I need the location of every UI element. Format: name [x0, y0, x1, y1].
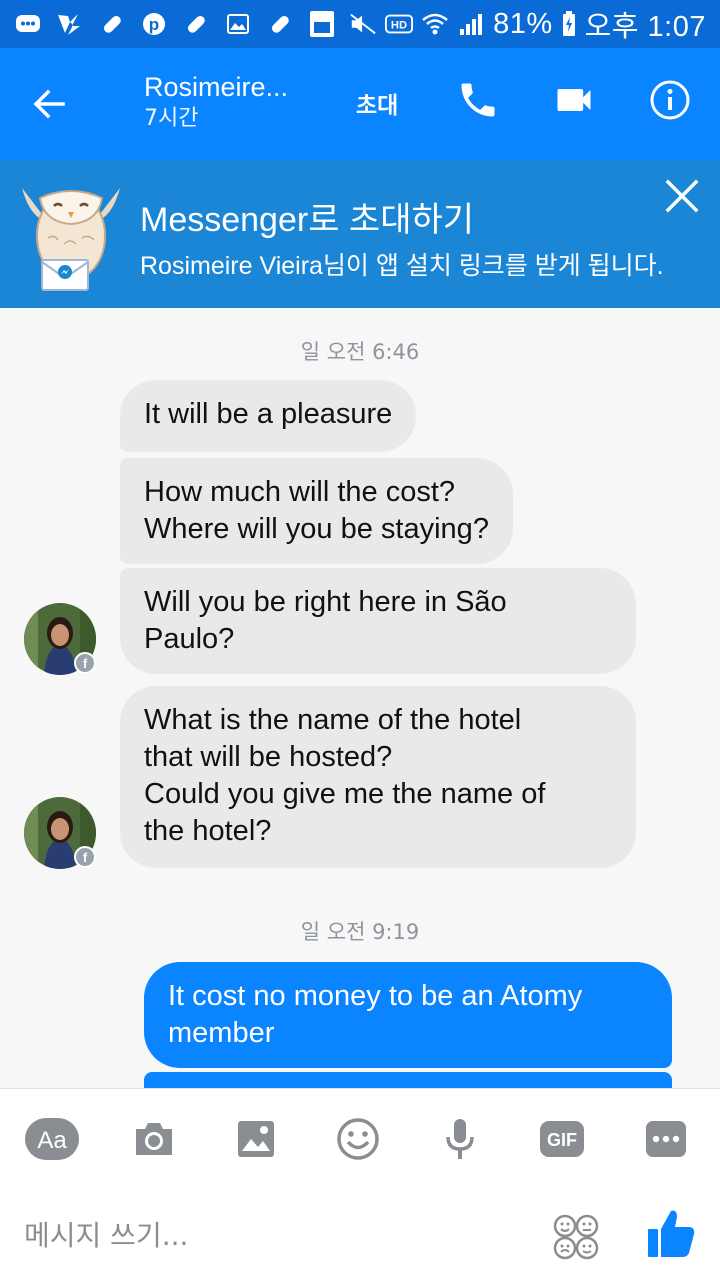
- signal-icon: [457, 12, 485, 36]
- close-icon: [665, 179, 699, 213]
- gallery-button[interactable]: [226, 1113, 286, 1165]
- banner-description: Rosimeire Vieira님이 앱 설치 링크를 받게 됩니다.: [140, 252, 664, 280]
- composer: Aa GIF: [0, 1088, 720, 1280]
- incoming-message[interactable]: How much will the cost? Where will you b…: [120, 458, 513, 564]
- like-button[interactable]: [646, 1207, 696, 1263]
- messenger-notification-icon: [14, 12, 42, 36]
- microphone-icon: [446, 1119, 474, 1159]
- banner-title: Messenger로 초대하기: [140, 201, 475, 239]
- more-icon: [646, 1121, 686, 1157]
- close-banner-button[interactable]: [662, 176, 706, 220]
- app-notification-icon: [56, 12, 84, 36]
- hd-icon: HD: [385, 12, 414, 36]
- contact-info[interactable]: Rosimeire... 7시간: [144, 70, 288, 134]
- gif-icon: GIF: [540, 1121, 584, 1157]
- ebook-icon: [308, 11, 336, 37]
- conversation-header: Rosimeire... 7시간 초대: [0, 48, 720, 160]
- svg-text:Aa: Aa: [37, 1127, 67, 1154]
- text-style-button[interactable]: Aa: [22, 1113, 82, 1165]
- battery-percent: 81%: [493, 7, 553, 40]
- invite-banner: Messenger로 초대하기 Rosimeire Vieira님이 앱 설치 …: [0, 160, 720, 308]
- wifi-icon: [421, 12, 449, 36]
- text-style-icon: Aa: [25, 1118, 79, 1160]
- image-icon: [238, 1121, 274, 1157]
- facebook-badge-icon: f: [74, 846, 96, 868]
- back-arrow-icon: [33, 89, 65, 119]
- pill-icon: [98, 12, 126, 36]
- video-camera-icon: [557, 89, 591, 111]
- message-timestamp: 일 오전 6:46: [300, 340, 420, 364]
- status-bar: p HD 81% 오후 1:07: [0, 0, 720, 48]
- sticker-button[interactable]: [552, 1213, 600, 1261]
- svg-text:HD: HD: [391, 20, 407, 32]
- incoming-message[interactable]: Will you be right here in São Paulo?: [120, 568, 636, 674]
- last-active: 7시간: [144, 106, 199, 131]
- sticker-icon: [553, 1214, 599, 1260]
- svg-text:GIF: GIF: [547, 1130, 577, 1150]
- pill-icon: [266, 12, 294, 36]
- invite-button[interactable]: 초대: [356, 86, 398, 120]
- gif-button[interactable]: GIF: [532, 1113, 592, 1165]
- pill-icon: [182, 12, 210, 36]
- message-input[interactable]: [24, 1213, 504, 1257]
- pinterest-icon: p: [140, 12, 168, 36]
- facebook-badge-icon: f: [74, 652, 96, 674]
- gallery-icon: [224, 12, 252, 36]
- outgoing-message[interactable]: It cost no money to be an Atomy member: [144, 962, 672, 1068]
- status-time: 오후 1:07: [584, 11, 706, 43]
- mute-icon: [349, 12, 377, 36]
- info-icon: [650, 80, 690, 120]
- camera-button[interactable]: [124, 1113, 184, 1165]
- svg-text:p: p: [149, 15, 159, 34]
- contact-name: Rosimeire...: [144, 72, 289, 102]
- video-call-button[interactable]: [552, 78, 600, 126]
- battery-icon: [561, 11, 577, 36]
- owl-mascot-icon: [22, 188, 120, 291]
- more-options-button[interactable]: [636, 1113, 696, 1165]
- phone-icon: [461, 83, 495, 117]
- microphone-button[interactable]: [430, 1113, 490, 1165]
- incoming-message[interactable]: It will be a pleasure: [120, 380, 417, 452]
- back-button[interactable]: [24, 76, 74, 132]
- voice-call-button[interactable]: [456, 78, 504, 126]
- camera-icon: [136, 1123, 172, 1155]
- incoming-message[interactable]: What is the name of the hotel that will …: [120, 686, 636, 868]
- thumbs-up-icon: [648, 1210, 695, 1257]
- message-timestamp: 일 오전 9:19: [300, 920, 420, 944]
- emoji-icon: [337, 1118, 379, 1160]
- emoji-button[interactable]: [328, 1113, 388, 1165]
- info-button[interactable]: [648, 78, 696, 126]
